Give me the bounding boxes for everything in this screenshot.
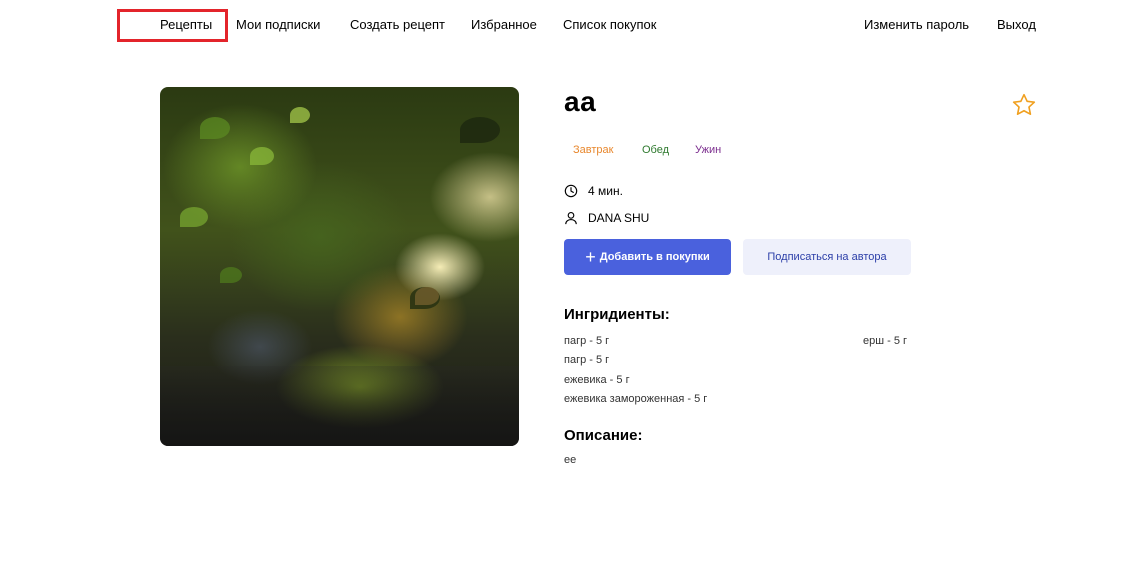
cooking-time-value: 4 мин. [588, 184, 623, 198]
nav-recipes[interactable]: Рецепты [160, 17, 212, 32]
nav-favorites[interactable]: Избранное [471, 17, 537, 32]
add-to-cart-label: Добавить в покупки [599, 251, 710, 263]
description-text: ее [564, 454, 577, 466]
nav-change-password[interactable]: Изменить пароль [864, 17, 969, 32]
ingredient-item: ерш - 5 г [863, 335, 908, 347]
tag-lunch[interactable]: Обед [642, 144, 669, 156]
clock-icon [564, 184, 578, 198]
recipe-image [160, 87, 519, 446]
ingredients-title: Ингридиенты: [564, 306, 670, 323]
ingredient-item: ежевика замороженная - 5 г [564, 393, 708, 405]
nav-create-recipe[interactable]: Создать рецепт [350, 17, 445, 32]
nav-subscriptions[interactable]: Мои подписки [236, 17, 320, 32]
nav-logout[interactable]: Выход [997, 17, 1036, 32]
plus-icon: + [585, 247, 596, 267]
description-title: Описание: [564, 427, 643, 444]
subscribe-author-label: Подписаться на автора [767, 251, 887, 263]
add-to-cart-button[interactable]: + Добавить в покупки [564, 239, 731, 275]
tag-dinner[interactable]: Ужин [695, 144, 721, 156]
ingredient-item: ежевика - 5 г [564, 374, 630, 386]
ingredient-item: пагр - 5 г [564, 335, 610, 347]
nav-shopping-list[interactable]: Список покупок [563, 17, 656, 32]
recipe-author: DANA SHU [564, 211, 649, 225]
cooking-time: 4 мин. [564, 184, 623, 198]
top-navigation: Рецепты Мои подписки Создать рецепт Избр… [0, 0, 1137, 50]
recipe-title: аа [564, 86, 597, 117]
author-name[interactable]: DANA SHU [588, 211, 649, 225]
ingredient-item: пагр - 5 г [564, 354, 610, 366]
tag-breakfast[interactable]: Завтрак [573, 144, 613, 156]
subscribe-author-button[interactable]: Подписаться на автора [743, 239, 911, 275]
user-icon [565, 212, 577, 225]
star-outline-icon[interactable] [1011, 92, 1037, 118]
